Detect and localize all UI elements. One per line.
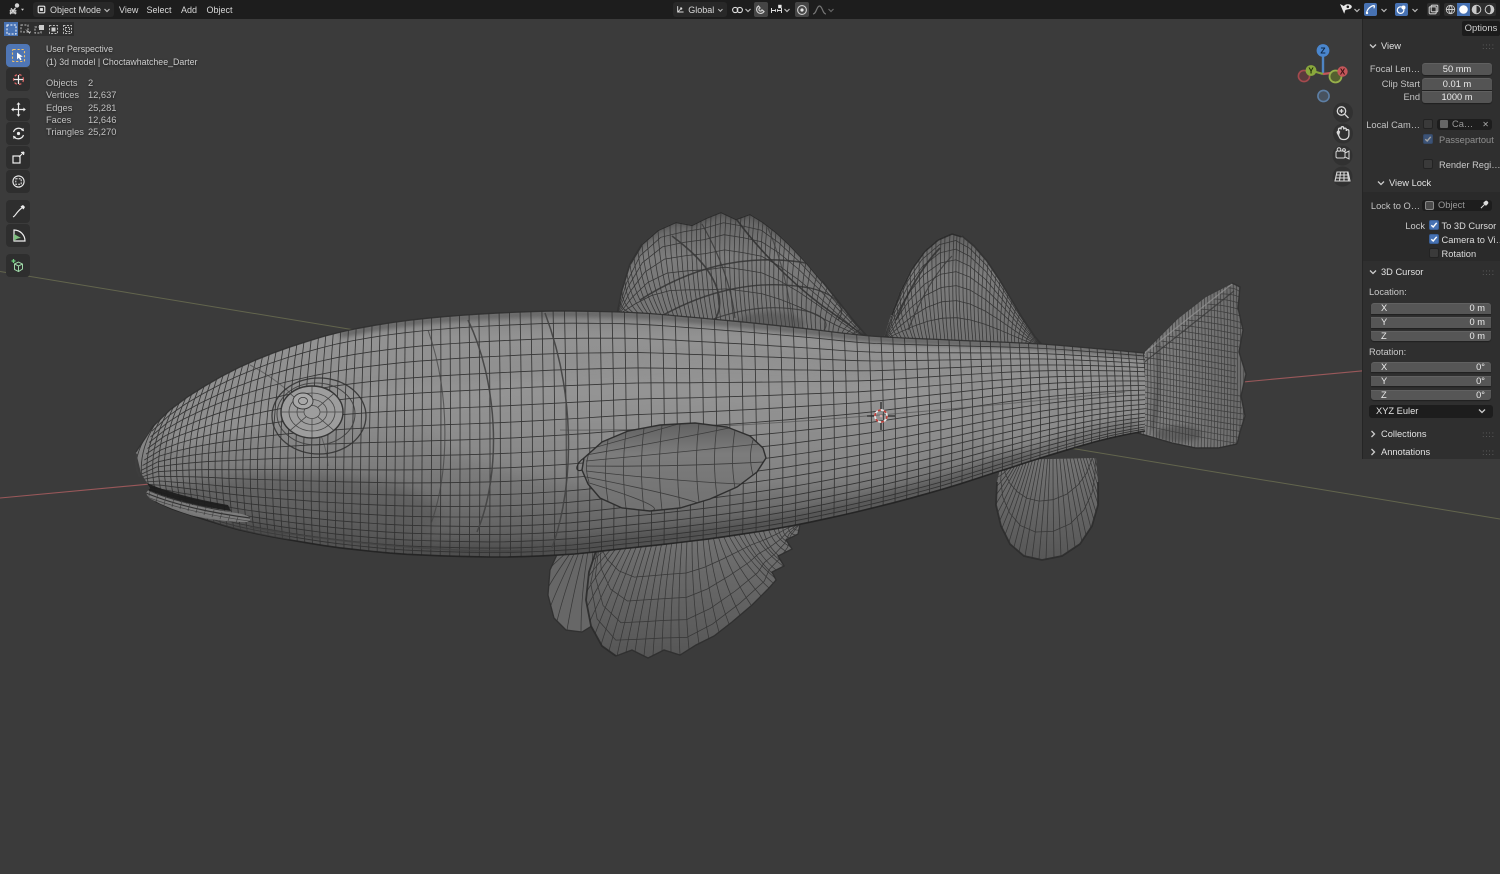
svg-text:X: X [1340,68,1346,77]
svg-text:Y: Y [1308,67,1314,76]
svg-text:Z: Z [1320,46,1325,56]
